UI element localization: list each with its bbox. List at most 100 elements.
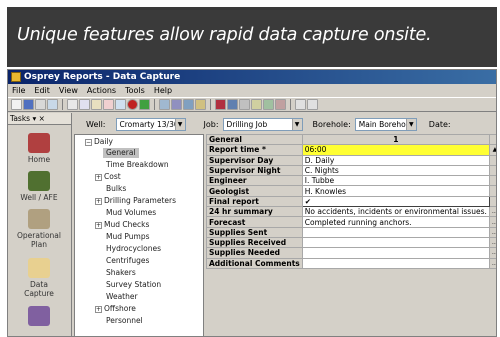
supplies-needed-field[interactable]: [301, 247, 490, 259]
well-select[interactable]: Cromarty 13/30a ▼: [115, 117, 186, 131]
data-capture-icon: [28, 258, 50, 278]
report-time-field[interactable]: 06:00: [301, 144, 490, 156]
ellipsis-button[interactable]: …: [488, 206, 496, 218]
tree-item-survey-station[interactable]: Survey Station: [106, 280, 161, 290]
geologist-field[interactable]: H. Knowles: [301, 185, 490, 197]
chevron-down-icon: ▼: [291, 118, 302, 130]
tool-icon[interactable]: [195, 99, 206, 110]
sidebar-item-data-capture[interactable]: Data Capture: [8, 258, 70, 298]
grid-header-column: 1: [301, 134, 490, 146]
field-label: Additional Comments: [206, 257, 303, 269]
refresh-icon[interactable]: [139, 99, 150, 110]
tree-item-bulks[interactable]: Bulks: [106, 184, 126, 194]
table-row: Engineer I. Tubbe: [206, 175, 496, 187]
table-icon[interactable]: [227, 99, 238, 110]
sort-icon[interactable]: [239, 99, 250, 110]
app-logo-icon: [11, 72, 21, 82]
redo-icon[interactable]: [307, 99, 318, 110]
stop-icon[interactable]: [127, 99, 138, 110]
well-label: Well:: [86, 119, 106, 129]
ellipsis-button[interactable]: …: [488, 247, 496, 259]
toolbar-separator: [154, 99, 155, 110]
supplies-sent-field[interactable]: [301, 226, 490, 238]
tree-item-weather[interactable]: Weather: [106, 292, 138, 302]
ellipsis-button[interactable]: …: [488, 257, 496, 269]
ellipsis-button[interactable]: …: [488, 236, 496, 249]
chevron-down-icon: ▼: [405, 118, 416, 130]
table-row: Supplies Needed …: [206, 247, 496, 259]
field-label: Supplies Needed: [206, 247, 303, 259]
tree-item-time-breakdown[interactable]: Time Breakdown: [106, 160, 169, 170]
tree-item-offshore[interactable]: + Offshore: [95, 304, 136, 314]
copy-icon[interactable]: [79, 99, 90, 110]
sidebar-item-well-afe[interactable]: Well / AFE: [8, 171, 70, 202]
tree-item-mud-pumps[interactable]: Mud Pumps: [106, 232, 150, 242]
ellipsis-button[interactable]: …: [488, 226, 496, 238]
menu-help[interactable]: Help: [154, 84, 172, 97]
tree-root-daily[interactable]: − Daily: [85, 137, 113, 147]
borehole-label: Borehole:: [312, 119, 351, 129]
ellipsis-button[interactable]: …: [488, 216, 496, 228]
expand-icon[interactable]: +: [95, 173, 102, 181]
supervisor-night-field[interactable]: C. Nights: [301, 164, 490, 177]
print-icon[interactable]: [35, 99, 46, 110]
supplies-received-field[interactable]: [301, 236, 490, 249]
summary-field[interactable]: No accidents, incidents or environmental…: [301, 206, 490, 218]
tree-item-centrifuges[interactable]: Centrifuges: [106, 256, 149, 266]
save-icon[interactable]: [23, 99, 34, 110]
tree-item-cost[interactable]: + Cost: [95, 172, 121, 182]
menu-file[interactable]: File: [12, 84, 25, 97]
grid-icon[interactable]: [159, 99, 170, 110]
tree-item-drilling-parameters[interactable]: + Drilling Parameters: [95, 196, 176, 206]
menu-edit[interactable]: Edit: [34, 84, 50, 97]
report-icon[interactable]: [215, 99, 226, 110]
menu-view[interactable]: View: [59, 84, 78, 97]
task-sidebar: Tasks ▾ × Home Well / AFE Operational Pl…: [8, 113, 72, 336]
remove-row-icon[interactable]: [275, 99, 286, 110]
expand-icon[interactable]: +: [95, 305, 102, 313]
new-icon[interactable]: [11, 99, 22, 110]
supervisor-day-field[interactable]: D. Daily: [301, 154, 490, 166]
find-icon[interactable]: [115, 99, 126, 110]
undo-icon[interactable]: [295, 99, 306, 110]
paste-icon[interactable]: [91, 99, 102, 110]
expand-icon[interactable]: +: [95, 197, 102, 205]
sidebar-item-home[interactable]: Home: [8, 133, 70, 164]
sidebar-item-operational-plan[interactable]: Operational Plan: [8, 209, 70, 249]
field-label: Forecast: [206, 216, 303, 228]
tree-item-hydrocyclones[interactable]: Hydrocyclones: [106, 244, 161, 254]
filter-icon[interactable]: [183, 99, 194, 110]
table-row: 24 hr summary No accidents, incidents or…: [206, 206, 496, 218]
sidebar-item-reports[interactable]: [8, 306, 70, 328]
menu-bar: File Edit View Actions Tools Help: [8, 84, 496, 97]
well-icon: [28, 171, 50, 191]
chart-icon[interactable]: [171, 99, 182, 110]
tree-item-shakers[interactable]: Shakers: [106, 268, 136, 278]
collapse-icon[interactable]: −: [85, 138, 92, 146]
tree-item-mud-volumes[interactable]: Mud Volumes: [106, 208, 156, 218]
sum-icon[interactable]: [251, 99, 262, 110]
menu-tools[interactable]: Tools: [125, 84, 145, 97]
tree-item-personnel[interactable]: Personnel: [106, 316, 143, 326]
engineer-field[interactable]: I. Tubbe: [301, 175, 490, 187]
spin-icon[interactable]: ▲: [488, 144, 496, 156]
job-select[interactable]: Drilling Job ▼: [222, 117, 303, 131]
table-row: Supplies Received …: [206, 236, 496, 249]
cut-icon[interactable]: [67, 99, 78, 110]
additional-comments-field[interactable]: [301, 257, 490, 269]
expand-icon[interactable]: +: [95, 221, 102, 229]
field-label: 24 hr summary: [206, 206, 303, 218]
borehole-select[interactable]: Main Borehole ▼: [354, 117, 417, 131]
add-row-icon[interactable]: [263, 99, 274, 110]
forecast-field[interactable]: Completed running anchors.: [301, 216, 490, 228]
tree-item-general[interactable]: General: [103, 148, 139, 158]
sidebar-header: Tasks ▾ ×: [8, 113, 71, 125]
tree-item-mud-checks[interactable]: + Mud Checks: [95, 220, 149, 230]
window-title: Osprey Reports - Data Capture: [24, 72, 181, 82]
preview-icon[interactable]: [47, 99, 58, 110]
report-icon: [28, 306, 50, 326]
field-label: Supervisor Day: [206, 154, 303, 166]
menu-actions[interactable]: Actions: [87, 84, 116, 97]
final-report-checkbox[interactable]: ✔: [301, 195, 490, 208]
delete-icon[interactable]: [103, 99, 114, 110]
